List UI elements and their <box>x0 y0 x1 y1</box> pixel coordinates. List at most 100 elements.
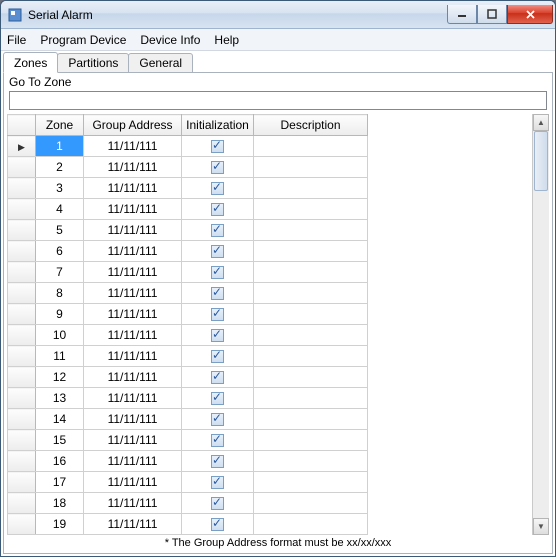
cell-description[interactable] <box>254 283 368 304</box>
minimize-button[interactable] <box>447 5 477 24</box>
goto-zone-input[interactable] <box>9 91 547 110</box>
row-marker[interactable] <box>8 220 36 241</box>
init-checkbox[interactable] <box>211 329 224 342</box>
init-checkbox[interactable] <box>211 287 224 300</box>
init-checkbox[interactable] <box>211 182 224 195</box>
cell-initialization[interactable] <box>182 388 254 409</box>
cell-group-address[interactable]: 11/11/111 <box>84 514 182 535</box>
cell-group-address[interactable]: 11/11/111 <box>84 430 182 451</box>
cell-initialization[interactable] <box>182 199 254 220</box>
cell-zone[interactable]: 10 <box>36 325 84 346</box>
cell-description[interactable] <box>254 241 368 262</box>
cell-group-address[interactable]: 11/11/111 <box>84 262 182 283</box>
cell-zone[interactable]: 15 <box>36 430 84 451</box>
row-marker[interactable] <box>8 367 36 388</box>
cell-description[interactable] <box>254 220 368 241</box>
init-checkbox[interactable] <box>211 203 224 216</box>
init-checkbox[interactable] <box>211 245 224 258</box>
table-row[interactable]: 411/11/111 <box>8 199 368 220</box>
cell-zone[interactable]: 5 <box>36 220 84 241</box>
table-row[interactable]: 111/11/111 <box>8 136 368 157</box>
cell-initialization[interactable] <box>182 262 254 283</box>
cell-zone[interactable]: 8 <box>36 283 84 304</box>
table-row[interactable]: 1911/11/111 <box>8 514 368 535</box>
init-checkbox[interactable] <box>211 140 224 153</box>
cell-zone[interactable]: 17 <box>36 472 84 493</box>
title-bar[interactable]: Serial Alarm <box>1 1 555 29</box>
cell-zone[interactable]: 12 <box>36 367 84 388</box>
table-row[interactable]: 911/11/111 <box>8 304 368 325</box>
cell-initialization[interactable] <box>182 472 254 493</box>
cell-group-address[interactable]: 11/11/111 <box>84 409 182 430</box>
cell-description[interactable] <box>254 157 368 178</box>
init-checkbox[interactable] <box>211 161 224 174</box>
menu-help[interactable]: Help <box>214 33 239 47</box>
row-marker[interactable] <box>8 514 36 535</box>
cell-initialization[interactable] <box>182 241 254 262</box>
init-checkbox[interactable] <box>211 350 224 363</box>
table-row[interactable]: 1111/11/111 <box>8 346 368 367</box>
cell-group-address[interactable]: 11/11/111 <box>84 220 182 241</box>
table-row[interactable]: 1311/11/111 <box>8 388 368 409</box>
table-row[interactable]: 1411/11/111 <box>8 409 368 430</box>
init-checkbox[interactable] <box>211 392 224 405</box>
scroll-thumb[interactable] <box>534 131 548 191</box>
cell-group-address[interactable]: 11/11/111 <box>84 304 182 325</box>
init-checkbox[interactable] <box>211 497 224 510</box>
row-marker[interactable] <box>8 325 36 346</box>
cell-group-address[interactable]: 11/11/111 <box>84 241 182 262</box>
cell-initialization[interactable] <box>182 220 254 241</box>
tab-partitions[interactable]: Partitions <box>57 53 129 73</box>
row-marker[interactable] <box>8 304 36 325</box>
table-row[interactable]: 1711/11/111 <box>8 472 368 493</box>
cell-group-address[interactable]: 11/11/111 <box>84 472 182 493</box>
init-checkbox[interactable] <box>211 476 224 489</box>
cell-description[interactable] <box>254 262 368 283</box>
cell-description[interactable] <box>254 199 368 220</box>
table-row[interactable]: 1211/11/111 <box>8 367 368 388</box>
vertical-scrollbar[interactable]: ▲ ▼ <box>532 114 549 535</box>
cell-zone[interactable]: 18 <box>36 493 84 514</box>
cell-group-address[interactable]: 11/11/111 <box>84 493 182 514</box>
table-row[interactable]: 1611/11/111 <box>8 451 368 472</box>
init-checkbox[interactable] <box>211 266 224 279</box>
row-marker[interactable] <box>8 472 36 493</box>
table-row[interactable]: 211/11/111 <box>8 157 368 178</box>
cell-group-address[interactable]: 11/11/111 <box>84 325 182 346</box>
row-marker[interactable] <box>8 430 36 451</box>
col-header-group[interactable]: Group Address <box>84 115 182 136</box>
cell-zone[interactable]: 4 <box>36 199 84 220</box>
row-marker[interactable] <box>8 409 36 430</box>
row-marker[interactable] <box>8 388 36 409</box>
cell-zone[interactable]: 7 <box>36 262 84 283</box>
table-row[interactable]: 611/11/111 <box>8 241 368 262</box>
cell-zone[interactable]: 13 <box>36 388 84 409</box>
cell-description[interactable] <box>254 430 368 451</box>
cell-description[interactable] <box>254 472 368 493</box>
menu-file[interactable]: File <box>7 33 26 47</box>
cell-description[interactable] <box>254 346 368 367</box>
cell-group-address[interactable]: 11/11/111 <box>84 136 182 157</box>
table-row[interactable]: 711/11/111 <box>8 262 368 283</box>
row-marker[interactable] <box>8 199 36 220</box>
cell-zone[interactable]: 16 <box>36 451 84 472</box>
cell-description[interactable] <box>254 409 368 430</box>
cell-description[interactable] <box>254 304 368 325</box>
row-marker[interactable] <box>8 157 36 178</box>
table-row[interactable]: 311/11/111 <box>8 178 368 199</box>
cell-description[interactable] <box>254 136 368 157</box>
cell-initialization[interactable] <box>182 325 254 346</box>
cell-initialization[interactable] <box>182 346 254 367</box>
cell-initialization[interactable] <box>182 493 254 514</box>
cell-initialization[interactable] <box>182 514 254 535</box>
col-header-zone[interactable]: Zone <box>36 115 84 136</box>
init-checkbox[interactable] <box>211 434 224 447</box>
cell-zone[interactable]: 9 <box>36 304 84 325</box>
cell-initialization[interactable] <box>182 136 254 157</box>
init-checkbox[interactable] <box>211 371 224 384</box>
scroll-track[interactable] <box>533 131 549 518</box>
table-row[interactable]: 1811/11/111 <box>8 493 368 514</box>
cell-zone[interactable]: 1 <box>36 136 84 157</box>
init-checkbox[interactable] <box>211 455 224 468</box>
cell-zone[interactable]: 6 <box>36 241 84 262</box>
